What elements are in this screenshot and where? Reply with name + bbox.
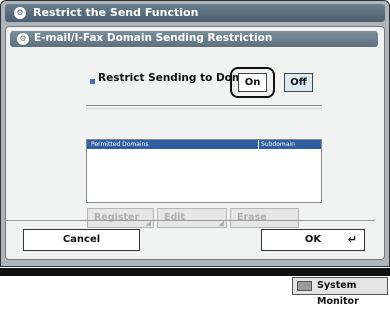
register-button[interactable]: Register ◢ (87, 208, 154, 228)
edit-button[interactable]: Edit ◢ (157, 208, 227, 228)
system-monitor-button[interactable]: System Monitor (292, 277, 388, 307)
function-settings-icon: ⚙ (14, 7, 26, 19)
monitor-indicator-icon (297, 281, 312, 291)
enter-arrow-icon: ↵ (347, 233, 357, 246)
function-settings-icon: ⚙ (17, 33, 29, 45)
divider (5, 220, 375, 221)
dialog-title-bar: ⚙ E-mail/I-Fax Domain Sending Restrictio… (10, 31, 378, 47)
permitted-domains-list[interactable]: Permitted Domains Subdomain (86, 139, 322, 203)
divider (86, 108, 322, 109)
erase-button-label: Erase (237, 212, 267, 223)
ok-button[interactable]: OK ↵ (261, 229, 365, 251)
register-button-label: Register (94, 212, 140, 223)
status-band (0, 268, 390, 276)
status-bar: System Monitor (0, 267, 390, 307)
bullet-icon (90, 79, 95, 84)
main-screen: ⚙ Restrict the Send Function ⚙ E-mail/I-… (0, 0, 390, 267)
dialog-title: E-mail/I-Fax Domain Sending Restriction (34, 32, 273, 44)
column-header-permitted-domains: Permitted Domains (91, 141, 149, 148)
on-button[interactable]: On (238, 73, 267, 92)
cancel-button[interactable]: Cancel (23, 229, 140, 251)
edit-button-label: Edit (164, 212, 186, 223)
off-button[interactable]: Off (284, 73, 313, 92)
ok-button-label: OK (304, 234, 322, 245)
table-header: Permitted Domains Subdomain (87, 140, 321, 149)
system-monitor-label: System Monitor (317, 280, 359, 307)
column-header-subdomain: Subdomain (258, 140, 295, 149)
domain-restriction-dialog: ⚙ E-mail/I-Fax Domain Sending Restrictio… (5, 26, 385, 260)
erase-button[interactable]: Erase (230, 208, 299, 228)
window-title-bar: ⚙ Restrict the Send Function (5, 4, 385, 22)
divider (86, 105, 322, 106)
window-title: Restrict the Send Function (33, 6, 199, 19)
